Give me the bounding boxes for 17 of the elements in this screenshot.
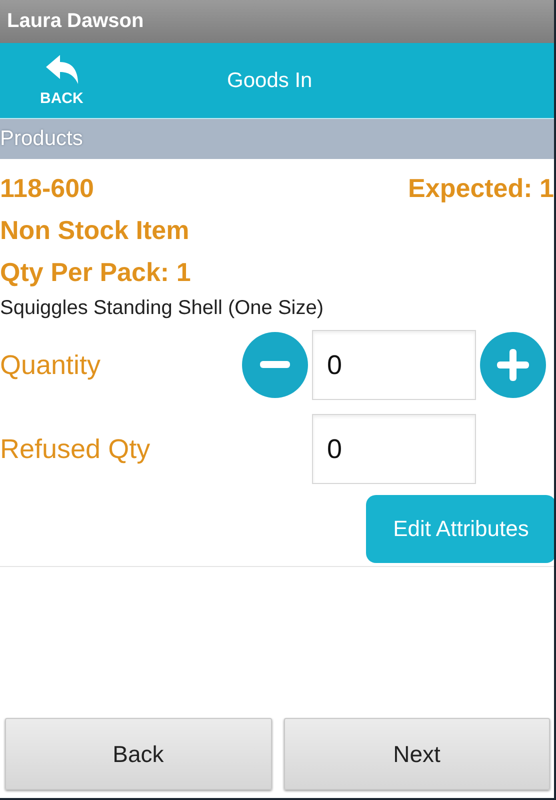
qty-per-pack: Qty Per Pack: 1 [0,256,192,289]
expected-count: Expected: 1 [408,172,554,205]
number-field[interactable]: 0 [312,330,476,400]
product-description: Squiggles Standing Shell (One Size) [0,296,325,321]
product-type: Non Stock Item [0,214,190,247]
field-label: Quantity [0,350,101,380]
minus-icon [260,361,290,369]
field-label: Refused Qty [0,434,150,464]
plus-icon [497,349,529,381]
section-title: Products [0,127,83,151]
user-name: Laura Dawson [7,10,144,33]
screen-title: Goods In [227,68,312,92]
number-field[interactable]: 0 [312,414,476,484]
back-arrow-icon [44,54,80,86]
product-code: 118-600 [0,172,94,205]
next-button[interactable]: Next [284,718,550,790]
back-footer-button[interactable]: Back [5,718,272,790]
